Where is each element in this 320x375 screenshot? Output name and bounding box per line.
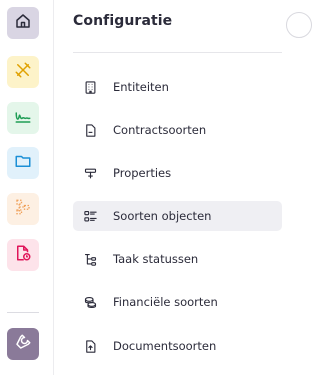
document-clock-icon: [14, 244, 32, 266]
menu-item-label: Soorten objecten: [113, 209, 212, 223]
menu-item-label: Taak statussen: [113, 252, 199, 266]
collapse-button[interactable]: [286, 12, 312, 38]
rail-divider: [7, 312, 39, 313]
rail-signature-button[interactable]: [7, 102, 39, 134]
rail-tools-button[interactable]: [7, 56, 39, 88]
menu-item-properties[interactable]: Properties: [73, 158, 282, 188]
building-icon: [82, 79, 98, 95]
signature-icon: [14, 107, 32, 129]
folder-icon: [14, 152, 32, 174]
tools-icon: [14, 61, 32, 83]
document-icon: [82, 122, 98, 138]
coins-icon: [82, 294, 98, 310]
rail-settings-button[interactable]: [7, 328, 39, 360]
file-upload-icon: [82, 338, 98, 354]
menu-item-taak-statussen[interactable]: Taak statussen: [73, 244, 282, 274]
home-icon: [14, 12, 32, 34]
menu-item-label: Entiteiten: [113, 80, 169, 94]
task-tree-icon: [82, 251, 98, 267]
menu-item-documentsoorten[interactable]: Documentsoorten: [73, 331, 282, 361]
rail-hierarchy-button[interactable]: [7, 193, 39, 225]
title-divider: [73, 52, 282, 53]
menu-item-label: Financiële soorten: [113, 295, 218, 309]
menu-item-label: Properties: [113, 166, 172, 180]
page-title: Configuratie: [73, 13, 173, 29]
rail-document-clock-button[interactable]: [7, 239, 39, 271]
menu-item-contractsoorten[interactable]: Contractsoorten: [73, 115, 282, 145]
rail-folder-button[interactable]: [7, 147, 39, 179]
menu-item-financiele-soorten[interactable]: Financiële soorten: [73, 287, 282, 317]
icon-rail: [0, 0, 54, 375]
menu-item-entiteiten[interactable]: Entiteiten: [73, 72, 282, 102]
menu-item-label: Contractsoorten: [113, 123, 207, 137]
wrench-icon: [14, 333, 32, 355]
menu-item-soorten-objecten[interactable]: Soorten objecten: [73, 201, 282, 231]
rail-home-button[interactable]: [7, 7, 39, 39]
menu-item-label: Documentsoorten: [113, 339, 217, 353]
object-list-icon: [82, 208, 98, 224]
hierarchy-icon: [14, 198, 32, 220]
properties-icon: [82, 165, 98, 181]
